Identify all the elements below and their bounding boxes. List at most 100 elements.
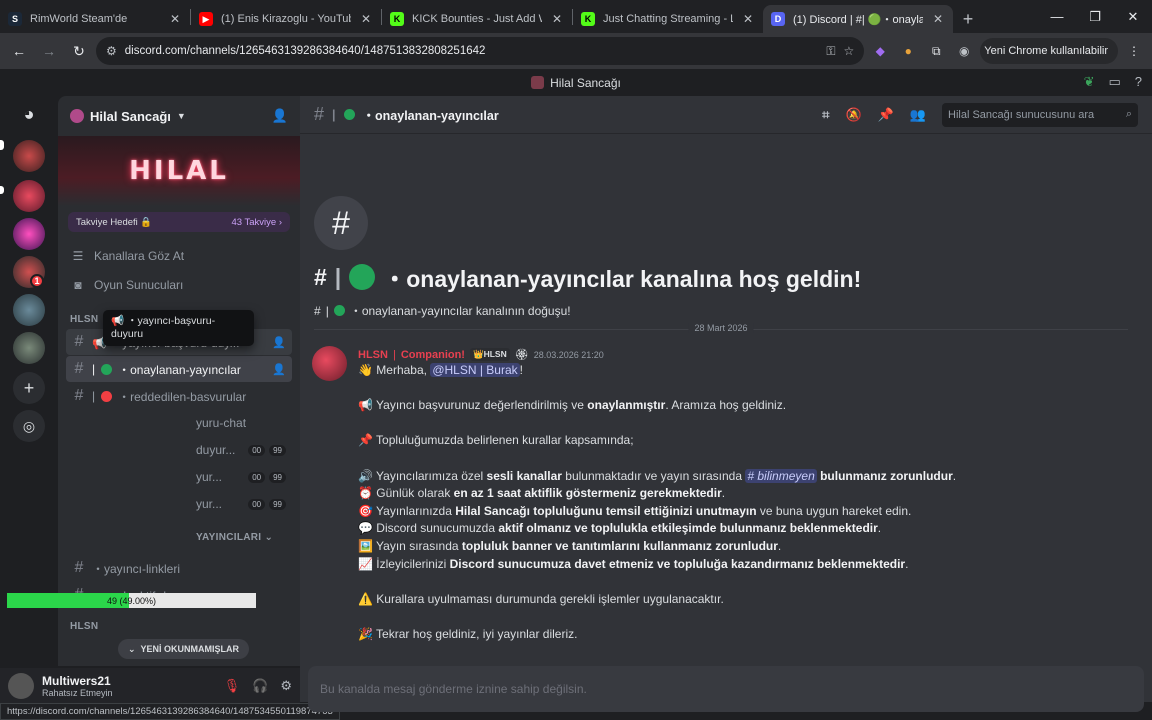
browser-tab[interactable]: ▶ (1) Enis Kirazoglu - YouTube ✕ [191, 5, 381, 33]
message-author[interactable]: HLSN [358, 349, 388, 361]
channel-item[interactable]: yur... 00 99 [66, 464, 292, 490]
back-icon[interactable]: ← [6, 38, 32, 64]
boost-goal-bar[interactable]: Takviye Hedefi 🔒 43 Takviye › [68, 212, 290, 232]
invite-people-icon[interactable]: 👤 [272, 108, 288, 124]
create-invite-icon[interactable]: 👤 [272, 336, 286, 349]
add-server-icon[interactable]: + [13, 372, 45, 404]
new-unreads-button[interactable]: ⌄ YENİ OKUNMAMIŞLAR [118, 639, 250, 659]
extension-icon[interactable]: ◆ [868, 39, 892, 63]
guild-header[interactable]: Hilal Sancağı ▼ 👤 [58, 96, 300, 136]
welcome-title: # | ・onaylanan-yayıncılar kanalına hoş ge… [314, 263, 862, 293]
boost-count: 43 Takviye › [231, 216, 282, 228]
tab-close-icon[interactable]: ✕ [359, 12, 373, 26]
bookmark-star-icon[interactable]: ☆ [844, 44, 855, 58]
server-icon[interactable] [13, 218, 45, 250]
message-composer[interactable]: Bu kanalda mesaj gönderme iznine sahip d… [308, 666, 1144, 712]
headphones-icon[interactable]: 🎧 [252, 678, 268, 694]
member-list-icon[interactable]: 👥 [910, 107, 926, 123]
avatar[interactable] [312, 346, 347, 381]
close-window-icon[interactable]: ✕ [1114, 0, 1152, 33]
mute-mic-icon[interactable]: 🎙 [224, 678, 241, 694]
gamepad-icon: ◙ [74, 277, 82, 292]
guild-badge-icon [70, 109, 84, 123]
nitro-leaf-icon[interactable]: ❦ [1084, 74, 1095, 90]
user-count-badges: 00 99 [248, 471, 286, 483]
green-circle-icon [349, 264, 376, 290]
channel-onaylanan-yayincilar[interactable]: # | ・onaylanan-yayıncılar 👤 [66, 356, 292, 382]
hash-icon: # [74, 333, 84, 350]
avatar[interactable] [8, 673, 34, 699]
update-label: Yeni Chrome kullanılabilir [984, 45, 1108, 57]
search-input[interactable]: Hilal Sancağı sunucusunu ara ⌕ [942, 102, 1138, 127]
browser-tab[interactable]: S RimWorld Steam'de ✕ [0, 5, 190, 33]
user-panel: Multiwers21 Rahatsız Etmeyin 🎙 🎧 ⚙ [0, 668, 300, 704]
discord-favicon-icon: D [771, 12, 785, 26]
site-info-icon[interactable]: ⚙ [106, 44, 117, 58]
category-header[interactable]: YAYINCILARI ⌄ [58, 528, 300, 546]
channel-reddedilen[interactable]: # | ・reddedilen-basvurular [66, 383, 292, 409]
steam-favicon-icon: S [8, 12, 22, 26]
tab-close-icon[interactable]: ✕ [550, 12, 564, 26]
server-icon[interactable] [13, 294, 45, 326]
url-field[interactable]: ⚙ discord.com/channels/12654631392863846… [96, 37, 865, 65]
user-mention[interactable]: @HLSN | Burak [430, 363, 520, 377]
category-header[interactable]: HLSN [58, 617, 300, 635]
channel-name: ・reddedilen-basvurular [118, 389, 247, 404]
maximize-icon[interactable]: ❐ [1076, 0, 1114, 33]
channel-item[interactable]: yur... 00 99 [66, 491, 292, 517]
guild-tag[interactable]: 👑HLSN [469, 348, 510, 361]
inbox-icon[interactable]: ▭ [1108, 74, 1120, 90]
tab-close-icon[interactable]: ✕ [931, 12, 945, 26]
channel-yayinci-linkleri[interactable]: # ・yayıncı-linkleri [66, 555, 292, 581]
browser-tab[interactable]: K KICK Bounties - Just Add Water ✕ [382, 5, 572, 33]
server-icon[interactable] [13, 332, 45, 364]
tab-close-icon[interactable]: ✕ [168, 12, 182, 26]
channel-mention[interactable]: # bilinmeyen [745, 468, 817, 483]
more-menu-icon[interactable]: ⋮ [1122, 39, 1146, 63]
server-icon[interactable] [13, 140, 45, 172]
channel-name: duyur... [196, 443, 236, 457]
browse-channels-item[interactable]: ☰ Kanallara Göz At [58, 242, 300, 269]
browser-tab-active[interactable]: D (1) Discord | #| 🟢・onaylanan-y ✕ [763, 5, 953, 33]
new-tab-button[interactable]: + [953, 5, 983, 33]
discover-icon[interactable]: ◎ [13, 410, 45, 442]
threads-icon[interactable]: ⌗ [822, 107, 829, 123]
channel-item[interactable]: duyur... 00 99 [66, 437, 292, 463]
reload-icon[interactable]: ↻ [66, 38, 92, 64]
forward-icon[interactable]: → [36, 38, 62, 64]
tab-label: (1) Enis Kirazoglu - YouTube [221, 13, 351, 25]
discord-home-icon[interactable]: ◕ [13, 98, 45, 130]
pin-icon[interactable]: 📌 [878, 107, 894, 123]
red-circle-icon [101, 390, 113, 402]
hash-icon: # [74, 387, 84, 404]
notification-bell-muted-icon[interactable]: 🔕 [845, 107, 861, 123]
create-invite-icon[interactable]: 👤 [272, 363, 286, 376]
browse-icon: ☰ [72, 248, 84, 263]
extension-icon[interactable]: ● [896, 39, 920, 63]
tab-close-icon[interactable]: ✕ [741, 12, 755, 26]
app-title: Hilal Sancağı [550, 75, 621, 90]
address-bar: ← → ↻ ⚙ discord.com/channels/12654631392… [0, 33, 1152, 69]
settings-gear-icon[interactable]: ⚙ [280, 678, 292, 694]
role-badge-icon: 🏵 [514, 349, 529, 361]
channel-item[interactable]: yuru-chat [66, 410, 292, 436]
channel-tooltip: 📢 ・yayıncı-başvuru-duyuru [103, 310, 254, 346]
game-servers-item[interactable]: ◙ Oyun Sunucuları [58, 271, 300, 298]
extensions-puzzle-icon[interactable]: ⧉ [924, 39, 948, 63]
browser-tab[interactable]: K Just Chatting Streaming - Live ✕ [573, 5, 763, 33]
tab-label: Just Chatting Streaming - Live [603, 13, 733, 25]
password-key-icon[interactable]: ⚿ [826, 44, 835, 59]
message-header: HLSN | Companion! 👑HLSN 🏵 28.03.2026 21:… [358, 348, 604, 361]
channel-title: ・onaylanan-yayıncılar [362, 109, 499, 123]
chrome-update-button[interactable]: Yeni Chrome kullanılabilir [980, 38, 1118, 64]
discord-title-bar: Hilal Sancağı [0, 69, 1152, 96]
help-icon[interactable]: ? [1135, 74, 1142, 90]
profile-avatar-icon[interactable]: ◉ [952, 39, 976, 63]
notification-badge: 1 [30, 274, 44, 288]
youtube-favicon-icon: ▶ [199, 12, 213, 26]
channel-name: yur... [196, 497, 223, 511]
minimize-icon[interactable]: — [1038, 0, 1076, 33]
channel-name: yur... [196, 470, 223, 484]
server-icon[interactable] [13, 180, 45, 212]
chevron-down-icon: ⌄ [128, 643, 136, 654]
